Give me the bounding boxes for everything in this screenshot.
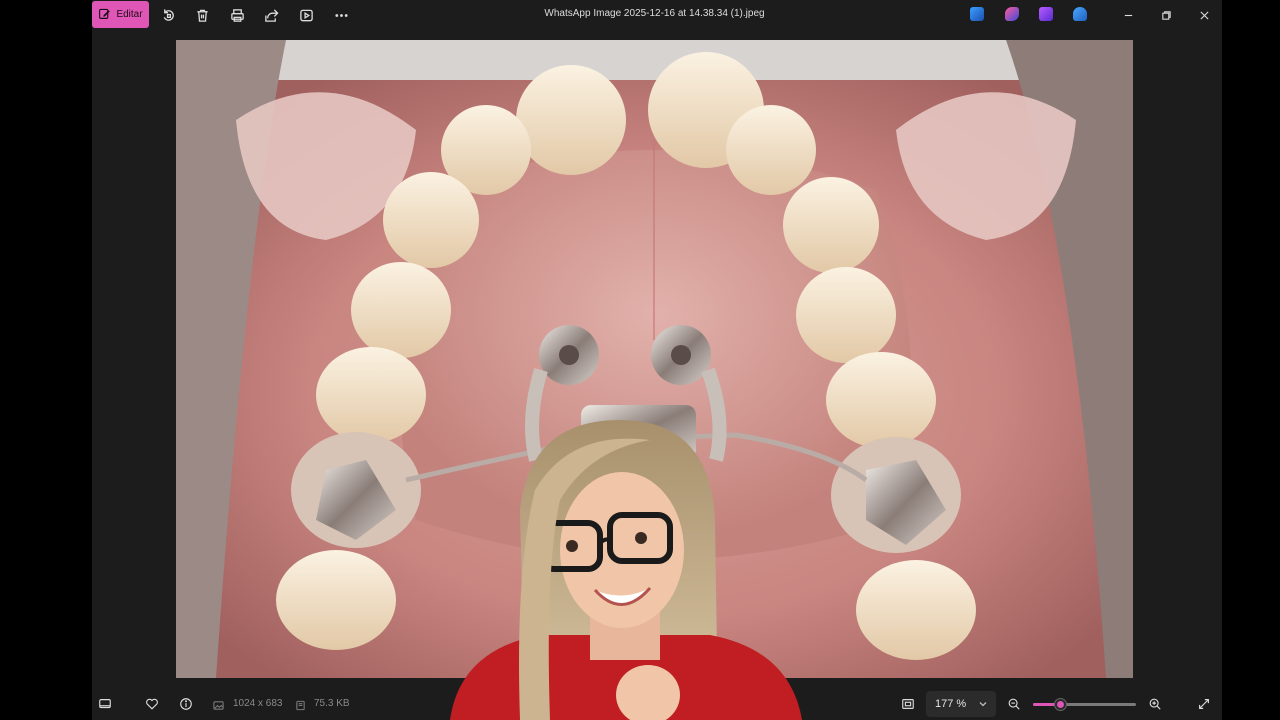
webcam-overlay <box>450 420 802 720</box>
rotate-icon[interactable] <box>159 6 177 24</box>
delete-icon[interactable] <box>193 6 211 24</box>
window-title: WhatsApp Image 2025-12-16 at 14.38.34 (1… <box>544 8 765 19</box>
close-icon[interactable] <box>1195 6 1213 24</box>
info-icon[interactable] <box>178 696 194 712</box>
fullscreen-icon[interactable] <box>1196 696 1212 712</box>
slideshow-icon[interactable] <box>297 6 315 24</box>
toolbar: Editar WhatsApp Image 2025-12-16 at 14.3… <box>92 0 1222 30</box>
file-size-icon <box>295 698 306 711</box>
favorite-icon[interactable] <box>144 696 160 712</box>
zoom-slider-thumb[interactable] <box>1053 698 1067 711</box>
image-dimensions: 1024 x 683 <box>233 698 283 709</box>
zoom-level-select[interactable]: 177 % <box>926 691 996 717</box>
file-size: 75.3 KB <box>314 698 350 709</box>
app-icon-3[interactable] <box>1039 7 1053 21</box>
minimize-icon[interactable] <box>1119 6 1137 24</box>
edit-button[interactable]: Editar <box>92 1 149 28</box>
zoom-level-value: 177 % <box>935 698 967 710</box>
left-letterbox <box>0 0 92 720</box>
restore-icon[interactable] <box>1157 6 1175 24</box>
zoom-in-icon[interactable] <box>1147 696 1163 712</box>
app-icon-2[interactable] <box>1005 7 1019 21</box>
more-icon[interactable] <box>332 6 350 24</box>
print-icon[interactable] <box>228 6 246 24</box>
fit-to-window-icon[interactable] <box>900 696 916 712</box>
share-icon[interactable] <box>262 6 280 24</box>
chevron-down-icon <box>978 699 988 709</box>
filmstrip-icon[interactable] <box>97 696 113 712</box>
app-icon-4[interactable] <box>1073 7 1087 21</box>
zoom-out-icon[interactable] <box>1006 696 1022 712</box>
zoom-slider[interactable] <box>1033 698 1136 711</box>
dimensions-icon <box>213 698 224 710</box>
right-letterbox <box>1222 0 1280 720</box>
presenter-video <box>450 420 802 720</box>
app-icon-1[interactable] <box>970 7 984 21</box>
edit-label: Editar <box>116 9 143 20</box>
edit-icon <box>98 7 111 23</box>
